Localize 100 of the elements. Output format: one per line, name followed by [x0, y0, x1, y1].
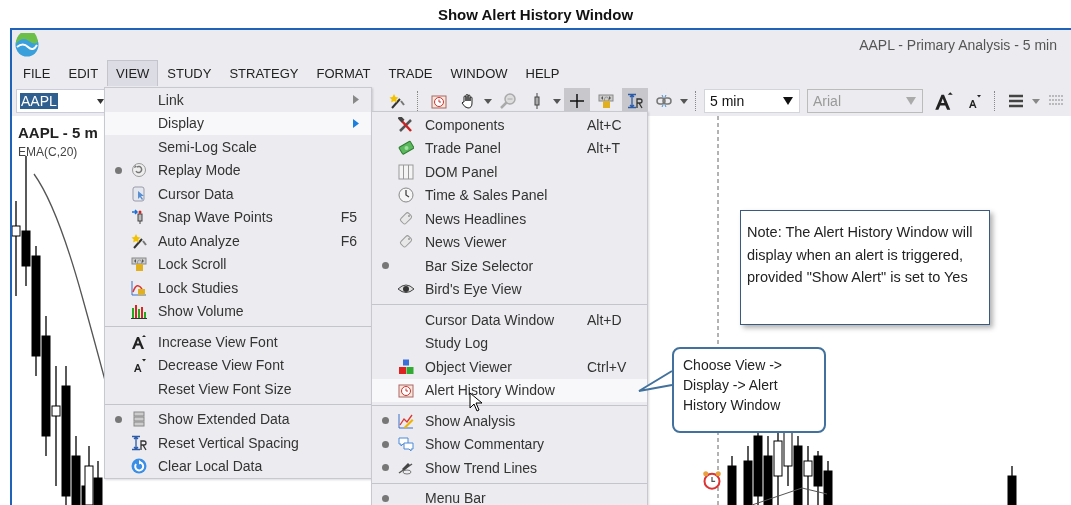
shortcut-label: Alt+D [587, 311, 623, 328]
menu-title[interactable]: TRADE [379, 60, 442, 86]
candlestick [793, 435, 803, 505]
note-callout: Note: The Alert History Window will display when an alert is triggered, provided "Show Alert" is set to Yes [740, 210, 990, 325]
menu-item[interactable]: Reset Vertical Spacing [105, 431, 371, 455]
database-icon [131, 411, 147, 428]
menu-item[interactable]: Link [105, 88, 371, 112]
menu-item[interactable]: Cursor Data Window Alt+D [372, 308, 647, 332]
chart-symbol-label: AAPL - 5 m [18, 124, 98, 141]
columns-icon [398, 163, 414, 180]
chart-lock-icon [131, 279, 147, 296]
app-logo-icon [15, 33, 39, 57]
hammer-wrench-icon [398, 116, 414, 133]
menu-item[interactable]: Semi-Log Scale [105, 135, 371, 159]
shortcut-label: Ctrl+V [587, 358, 628, 375]
replay-icon [131, 162, 147, 179]
callout-pointer [638, 370, 674, 394]
menu-item[interactable]: Lock Scroll [105, 252, 371, 276]
shortcut-label: Alt+C [587, 116, 623, 133]
menu-title[interactable]: STRATEGY [220, 60, 308, 86]
lock-icon [131, 256, 147, 273]
money-icon [398, 140, 414, 157]
menu-item[interactable]: DOM Panel [372, 160, 647, 184]
menu-item[interactable]: Object Viewer Ctrl+V [372, 355, 647, 379]
chart-pencil-icon [398, 412, 414, 429]
menu-item[interactable]: Show Trend Lines [372, 456, 647, 480]
refresh-icon [131, 458, 147, 475]
clock-icon [398, 187, 414, 204]
caret-icon [783, 97, 793, 105]
menu-item[interactable]: Clear Local Data [105, 454, 371, 478]
menu-item[interactable]: Decrease View Font [105, 353, 371, 377]
menu-item[interactable]: Time & Sales Panel [372, 183, 647, 207]
page-title: Show Alert History Window [436, 5, 635, 25]
menu-title[interactable]: WINDOW [441, 60, 517, 86]
caret-icon[interactable] [680, 98, 688, 104]
menu-item[interactable]: Reset View Font Size [105, 377, 371, 401]
vertical-spacing-icon [627, 93, 643, 109]
menu-item[interactable]: Bar Size Selector [372, 254, 647, 278]
caret-icon[interactable] [1032, 98, 1040, 104]
font-decrease-icon [131, 357, 147, 374]
menu-item[interactable]: Increase View Font [105, 330, 371, 354]
interval-dropdown[interactable]: 5 min [704, 89, 800, 113]
menu-title[interactable]: EDIT [59, 60, 108, 86]
instruction-callout: Choose View -> Display -> Alert History Window [672, 347, 826, 433]
menu-item[interactable]: Show Analysis [372, 409, 647, 433]
shortcut-label: F5 [340, 209, 357, 226]
menu-item[interactable]: Menu Bar [372, 486, 647, 505]
menu-title[interactable]: STUDY [158, 60, 221, 86]
menu-item[interactable]: Lock Studies [105, 276, 371, 300]
caret-icon[interactable] [484, 98, 492, 104]
alarm-clock-icon [398, 382, 414, 399]
menu-item[interactable]: News Viewer [372, 230, 647, 254]
menu-item[interactable]: Show Extended Data [105, 407, 371, 431]
font-increase-icon [131, 333, 147, 350]
menu-item[interactable]: Auto Analyze F6 [105, 229, 371, 253]
menu-item[interactable]: Show Commentary [372, 432, 647, 456]
menu-title[interactable]: HELP [516, 60, 569, 86]
menu-title[interactable]: VIEW [107, 60, 159, 86]
menu-title[interactable]: FILE [14, 60, 60, 86]
caret-icon [906, 97, 916, 105]
candlestick [813, 450, 823, 505]
candlestick [727, 455, 737, 505]
volume-bars-icon [131, 303, 147, 320]
menu-item[interactable]: Bird's Eye View [372, 277, 647, 301]
menu-item[interactable]: Replay Mode [105, 158, 371, 182]
menu-item[interactable]: Snap Wave Points F5 [105, 205, 371, 229]
link-icon [656, 93, 672, 109]
menu-title[interactable]: FORMAT [307, 60, 380, 86]
study-label: EMA(C,20) [18, 145, 79, 159]
font-increase-icon [934, 91, 954, 111]
zoom-icon [500, 93, 516, 109]
candlestick [763, 435, 773, 505]
menu-item[interactable]: Study Log [372, 331, 647, 355]
crosshair-icon [569, 93, 585, 109]
candlestick [93, 460, 103, 505]
menu-item[interactable]: Display [105, 111, 371, 135]
menu-item[interactable]: Cursor Data [105, 182, 371, 206]
shortcut-label: F6 [340, 232, 357, 249]
menu-item[interactable]: Trade Panel Alt+T [372, 136, 647, 160]
cursor-data-icon [131, 185, 147, 202]
shortcut-label: Alt+T [587, 140, 622, 157]
toolbar-button[interactable] [564, 88, 590, 114]
menu-item[interactable]: Components Alt+C [372, 113, 647, 137]
candlestick [823, 460, 833, 505]
alarm-clock-icon [431, 93, 447, 109]
candlestick [1007, 465, 1017, 505]
speech-bubbles-icon [398, 436, 414, 453]
magic-wand-icon [389, 93, 405, 109]
colored-blocks-icon [398, 358, 414, 375]
menu-item[interactable]: News Headlines [372, 207, 647, 231]
menu-item[interactable]: Show Volume [105, 299, 371, 323]
toolbar-button[interactable] [622, 88, 648, 114]
vertical-spacing-icon [131, 434, 147, 451]
alarm-clock-icon [702, 470, 722, 490]
window-title: AAPL - Primary Analysis - 5 min [859, 37, 1057, 53]
line-style-icon [1008, 93, 1024, 109]
font-decrease-icon [966, 93, 982, 109]
hand-icon [460, 93, 476, 109]
menu-item[interactable]: Alert History Window [372, 378, 647, 402]
caret-icon[interactable] [553, 98, 561, 104]
